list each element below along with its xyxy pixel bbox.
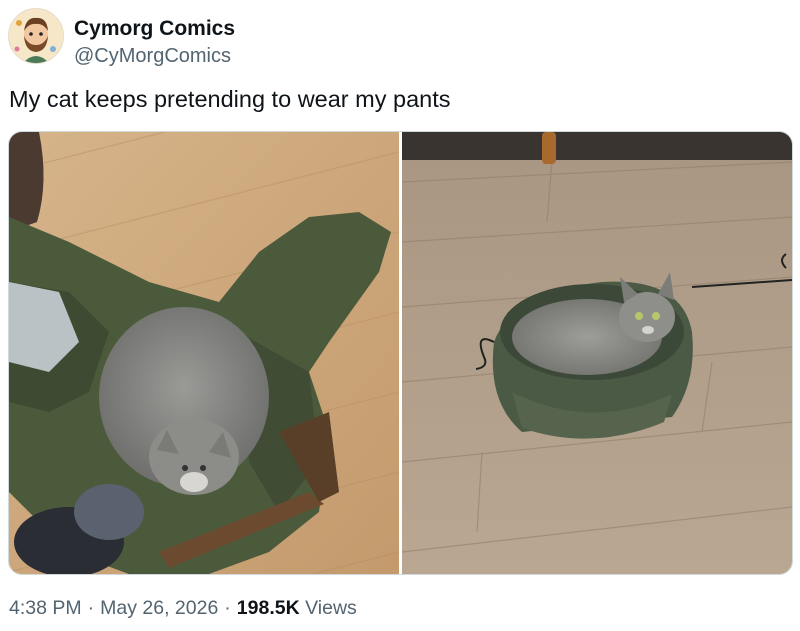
- meta-separator-2: ·: [224, 597, 231, 619]
- tweet-meta: 4:38 PM · May 26, 2026 · 198.5K Views: [9, 596, 357, 620]
- tweet-header: Cymorg Comics @CyMorgComics: [8, 8, 608, 67]
- cat-in-pants-image: [401, 132, 792, 574]
- author-handle[interactable]: @CyMorgComics: [74, 45, 231, 67]
- tweet-media-grid: [8, 131, 793, 575]
- avatar[interactable]: [8, 8, 64, 64]
- views-count[interactable]: 198.5K: [237, 597, 300, 619]
- cartoon-bearded-man-avatar-icon: [9, 9, 63, 63]
- tweet-date[interactable]: May 26, 2026: [100, 597, 218, 619]
- meta-separator: ·: [87, 597, 95, 619]
- author-display-name[interactable]: Cymorg Comics: [74, 17, 235, 41]
- photo-cat-on-jacket[interactable]: [9, 132, 400, 574]
- photo-cat-in-pants[interactable]: [401, 132, 792, 574]
- tweet-time[interactable]: 4:38 PM: [9, 597, 82, 619]
- tweet-text: My cat keeps pretending to wear my pants: [9, 86, 451, 112]
- views-label: Views: [305, 597, 357, 619]
- cat-on-jacket-image: [9, 132, 400, 574]
